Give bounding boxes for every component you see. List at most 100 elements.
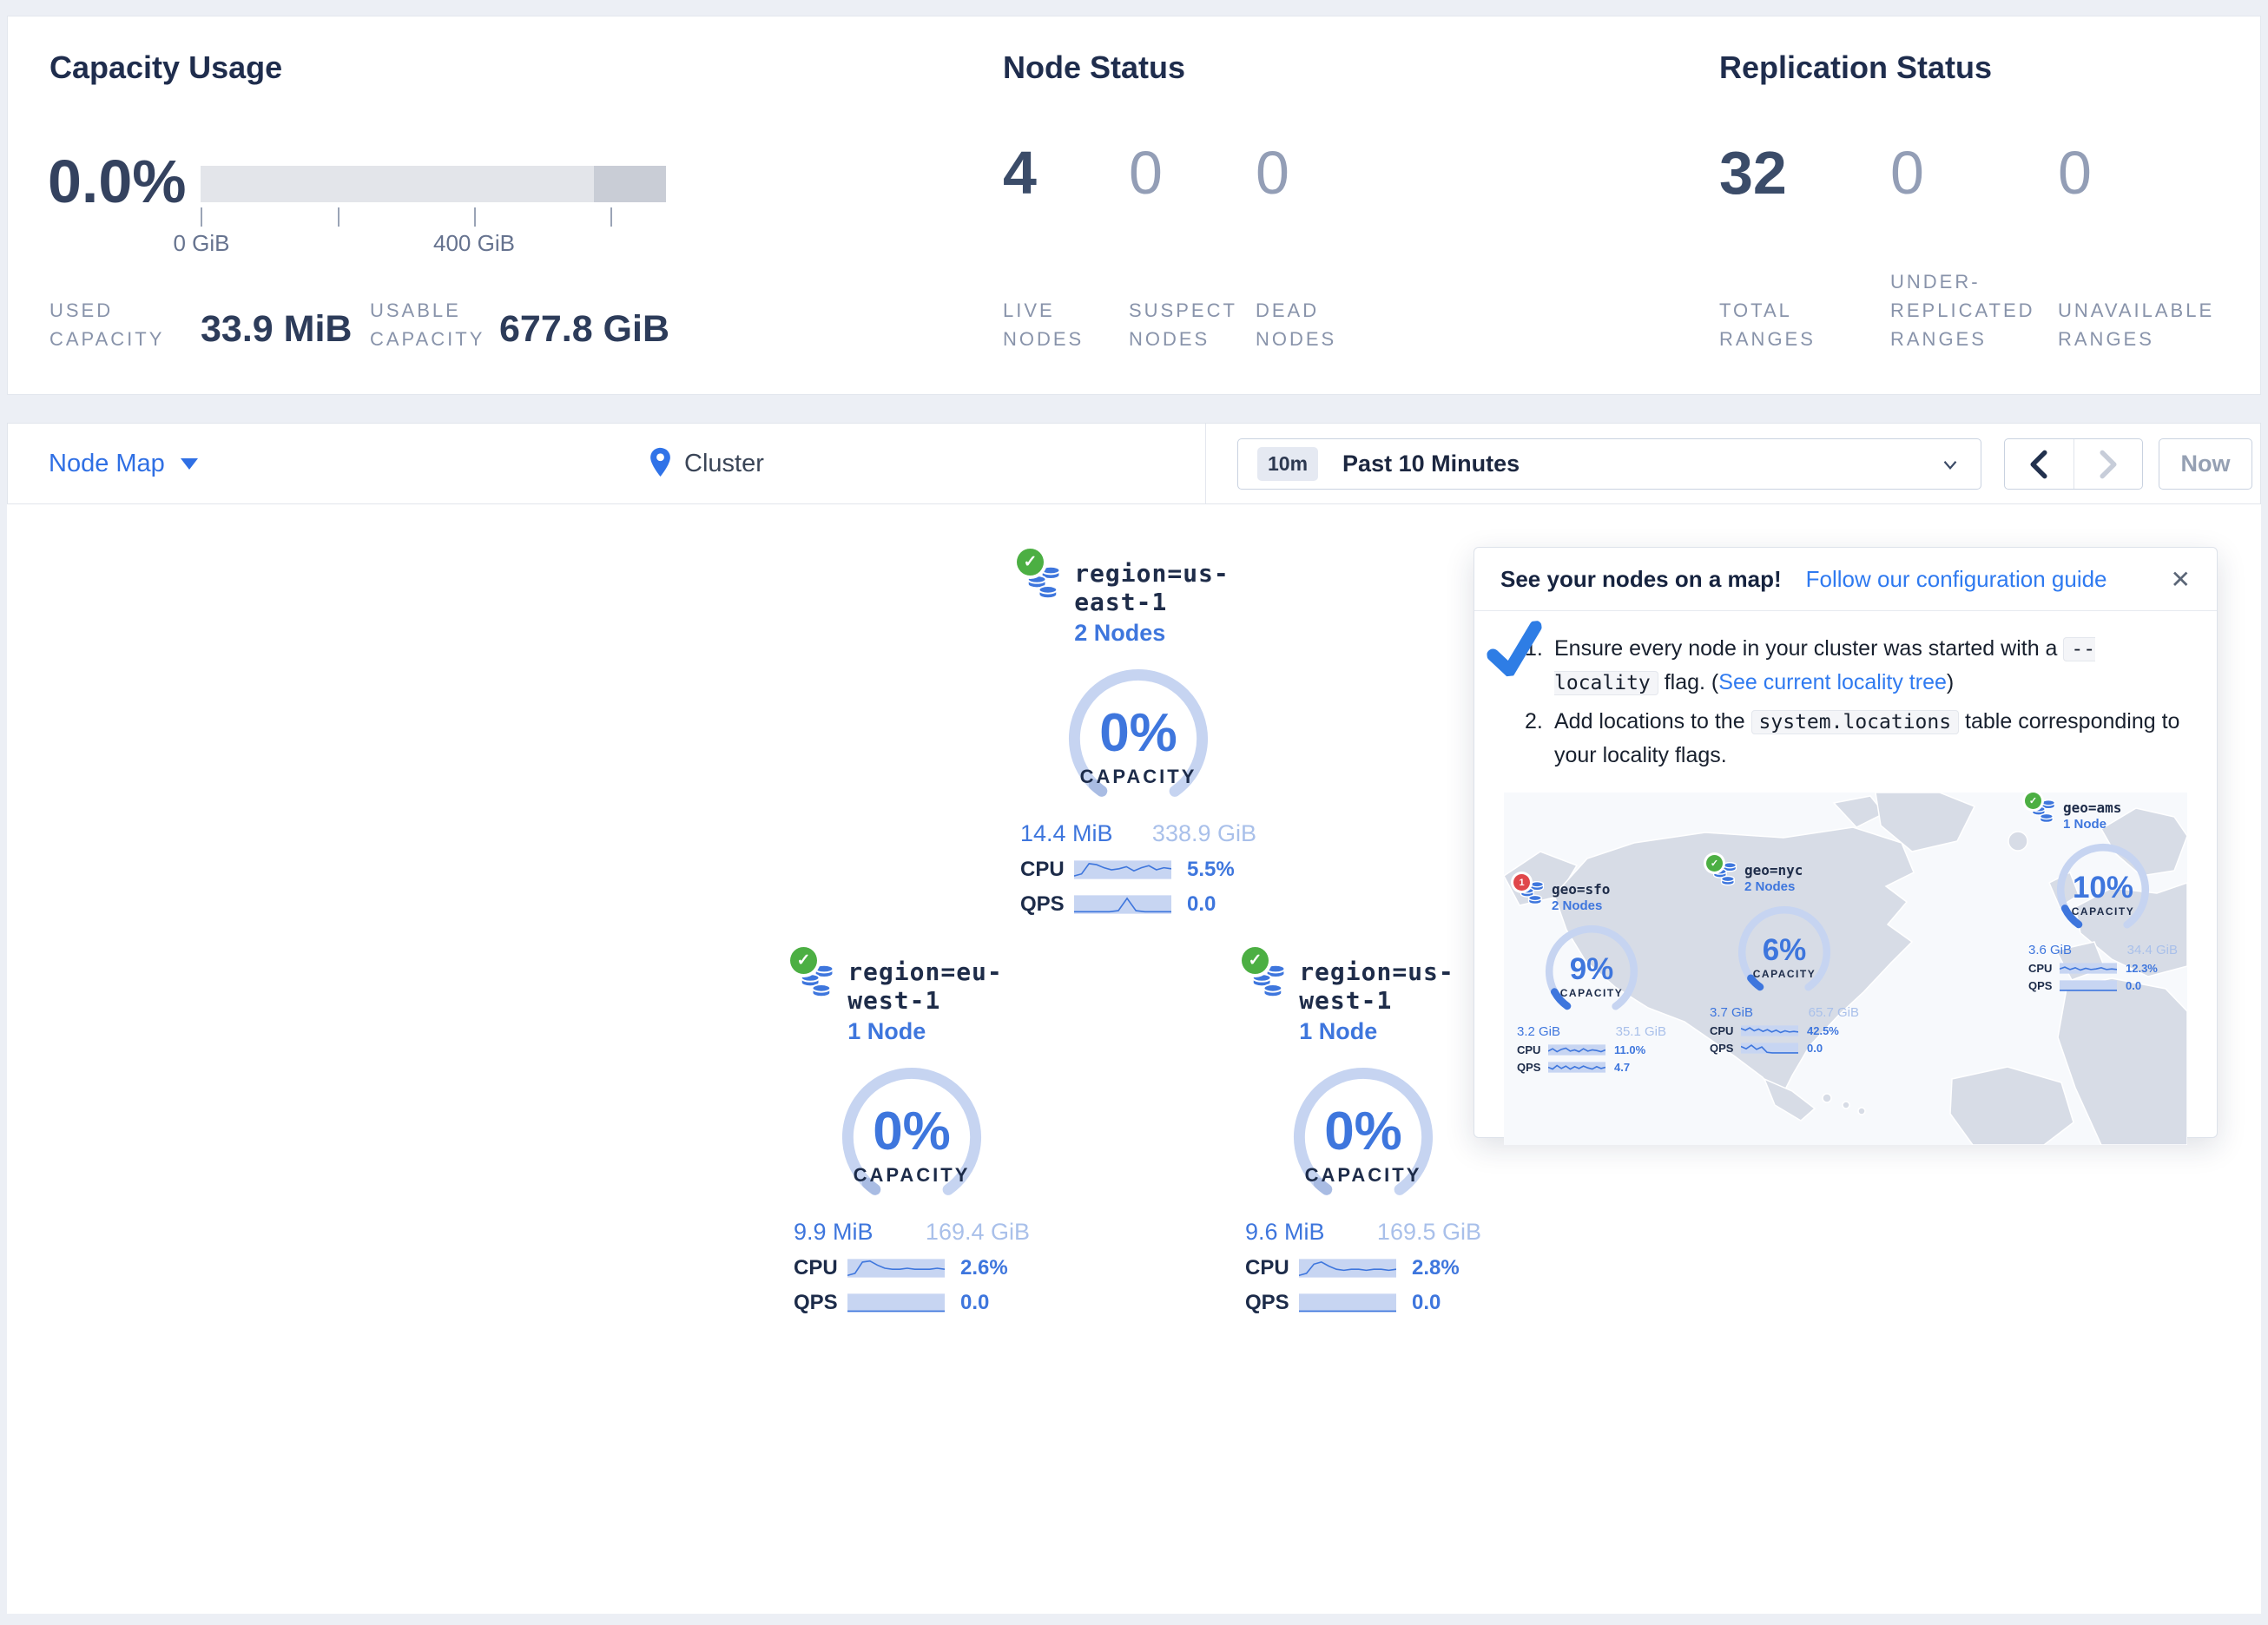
cpu-value: 42.5% [1807,1024,1839,1037]
setup-step-2: 2. Add locations to the system.locations… [1525,705,2191,772]
capacity-percent: 0.0% [48,147,187,216]
total-capacity: 65.7 GiB [1809,1005,1859,1020]
mini-marker-geo-nyc[interactable]: ✓ geo=nyc 2 Nodes 6% CAPACITY 3.7 GiB 65… [1710,862,1859,1055]
cpu-sparkline [847,1257,945,1280]
locality-marker-us-east-1[interactable]: ✓ region=us-east-1 2 Nodes 0% CAPACITY 1… [1020,559,1256,917]
capacity-percent: 0% [873,1101,951,1162]
marker-header: ✓ geo=ams 1 Node [2028,799,2121,832]
dead-nodes-label: DEAD NODES [1256,296,1336,353]
node-count-link[interactable]: 2 Nodes [1074,620,1256,647]
total-ranges-label: TOTAL RANGES [1719,296,1816,353]
configuration-guide-link[interactable]: Follow our configuration guide [1806,566,2107,593]
time-range-dropdown[interactable]: 10m Past 10 Minutes [1237,438,1981,490]
healthy-badge: ✓ [790,947,817,974]
healthy-badge: ✓ [1017,549,1044,576]
capacity-percent: 9% [1570,952,1614,987]
capacity-gauge: 10% CAPACITY [2050,837,2156,943]
mini-marker-geo-sfo[interactable]: 1 geo=sfo 2 Nodes 9% CAPACITY 3.2 GiB 35… [1517,881,1666,1074]
database-icon-wrap: ✓ [801,957,834,1008]
close-icon[interactable]: ✕ [2171,565,2191,594]
cpu-label: CPU [2028,962,2060,975]
cpu-label: CPU [1517,1043,1548,1056]
cpu-row: CPU 42.5% [1710,1024,1859,1037]
qps-row: QPS 0.0 [1710,1042,1859,1055]
time-step-forward-button[interactable] [2074,439,2143,489]
qps-label: QPS [2028,979,2060,992]
capacity-bar [201,166,666,202]
node-count-link[interactable]: 1 Node [1299,1018,1481,1045]
live-nodes-label: LIVE NODES [1003,296,1084,353]
system-locations-code: system.locations [1751,710,1960,734]
view-selector-dropdown[interactable]: Node Map [49,424,198,503]
database-icon-wrap: ✓ [2032,799,2055,826]
capacity-tick-400 [474,207,476,227]
cpu-value: 2.6% [960,1256,1008,1280]
capacity-percent: 0% [1324,1101,1402,1162]
used-capacity-label: USED CAPACITY [49,296,164,353]
marker-header: ✓ region=us-east-1 2 Nodes [1020,559,1256,647]
qps-value: 0.0 [960,1291,989,1315]
step-2-number: 2. [1525,705,1554,772]
locality-label: region=us-west-1 [1299,957,1481,1015]
cpu-row: CPU 12.3% [2028,962,2178,975]
capacity-usage-title: Capacity Usage [49,49,282,86]
capacity-caption: CAPACITY [1305,1164,1422,1187]
qps-sparkline [1741,1042,1798,1055]
used-capacity: 9.6 MiB [1245,1219,1325,1246]
capacity-values: 3.6 GiB 34.4 GiB [2028,943,2178,957]
capacity-tick-600 [610,207,612,227]
example-world-map: 1 geo=sfo 2 Nodes 9% CAPACITY 3.2 GiB 35… [1504,793,2187,1145]
error-badge: 1 [1513,874,1530,891]
qps-label: QPS [1517,1061,1548,1074]
unavailable-ranges-label: UNAVAILABLE RANGES [2058,296,2214,353]
node-count-link[interactable]: 1 Node [2063,817,2121,832]
cpu-row: CPU 2.6% [794,1256,1030,1280]
time-step-back-button[interactable] [2005,439,2074,489]
mini-marker-geo-ams[interactable]: ✓ geo=ams 1 Node 10% CAPACITY 3.6 GiB 34… [2028,799,2178,992]
capacity-percent: 0% [1099,702,1177,764]
overview-toolbar: Node Map Cluster 10m Past 10 Minutes Now [7,423,2261,504]
time-range-label: Past 10 Minutes [1342,451,1520,477]
total-ranges-count: 32 [1719,138,1787,207]
usable-capacity-label: USABLE CAPACITY [370,296,485,353]
locality-label: region=us-east-1 [1074,559,1256,616]
cpu-value: 12.3% [2126,962,2158,975]
locality-label: geo=nyc [1744,862,1803,878]
used-capacity: 14.4 MiB [1020,820,1113,847]
qps-label: QPS [1710,1042,1741,1055]
replication-status-title: Replication Status [1719,49,1992,86]
breadcrumb-label: Cluster [684,450,764,478]
qps-sparkline [1299,1292,1396,1314]
locality-label: region=eu-west-1 [847,957,1030,1015]
unavailable-ranges-count: 0 [2058,138,2092,207]
breadcrumb[interactable]: Cluster [647,424,764,503]
used-capacity: 3.7 GiB [1710,1005,1753,1020]
now-button[interactable]: Now [2159,438,2252,490]
locality-marker-eu-west-1[interactable]: ✓ region=eu-west-1 1 Node 0% CAPACITY 9.… [794,957,1030,1315]
qps-label: QPS [1020,892,1074,917]
node-status-title: Node Status [1003,49,1185,86]
qps-row: QPS 0.0 [1245,1291,1481,1315]
locality-marker-us-west-1[interactable]: ✓ region=us-west-1 1 Node 0% CAPACITY 9.… [1245,957,1481,1315]
locality-label: geo=ams [2063,799,2121,816]
healthy-badge: ✓ [1706,855,1723,872]
capacity-tick-0 [201,207,202,227]
capacity-gauge: 0% CAPACITY [832,1057,992,1217]
suspect-nodes-count: 0 [1129,138,1163,207]
capacity-values: 14.4 MiB 338.9 GiB [1020,820,1256,847]
chevron-down-icon [1939,453,1961,476]
node-count-link[interactable]: 2 Nodes [1744,879,1803,894]
locality-tree-link[interactable]: See current locality tree [1718,670,1947,694]
under-replicated-count: 0 [1890,138,1924,207]
view-selector-label: Node Map [49,450,165,478]
setup-step-1: 1. Ensure every node in your cluster was… [1525,632,2191,700]
used-capacity: 3.2 GiB [1517,1024,1560,1039]
locality-label: geo=sfo [1552,881,1610,898]
node-count-link[interactable]: 1 Node [847,1018,1030,1045]
capacity-bar-reserved-segment [594,166,666,202]
step-1-text: Ensure every node in your cluster was st… [1554,632,2191,700]
marker-header: ✓ region=us-west-1 1 Node [1245,957,1481,1045]
node-map-setup-popup: See your nodes on a map! Follow our conf… [1474,547,2218,1138]
capacity-values: 9.9 MiB 169.4 GiB [794,1219,1030,1246]
node-count-link[interactable]: 2 Nodes [1552,898,1610,913]
